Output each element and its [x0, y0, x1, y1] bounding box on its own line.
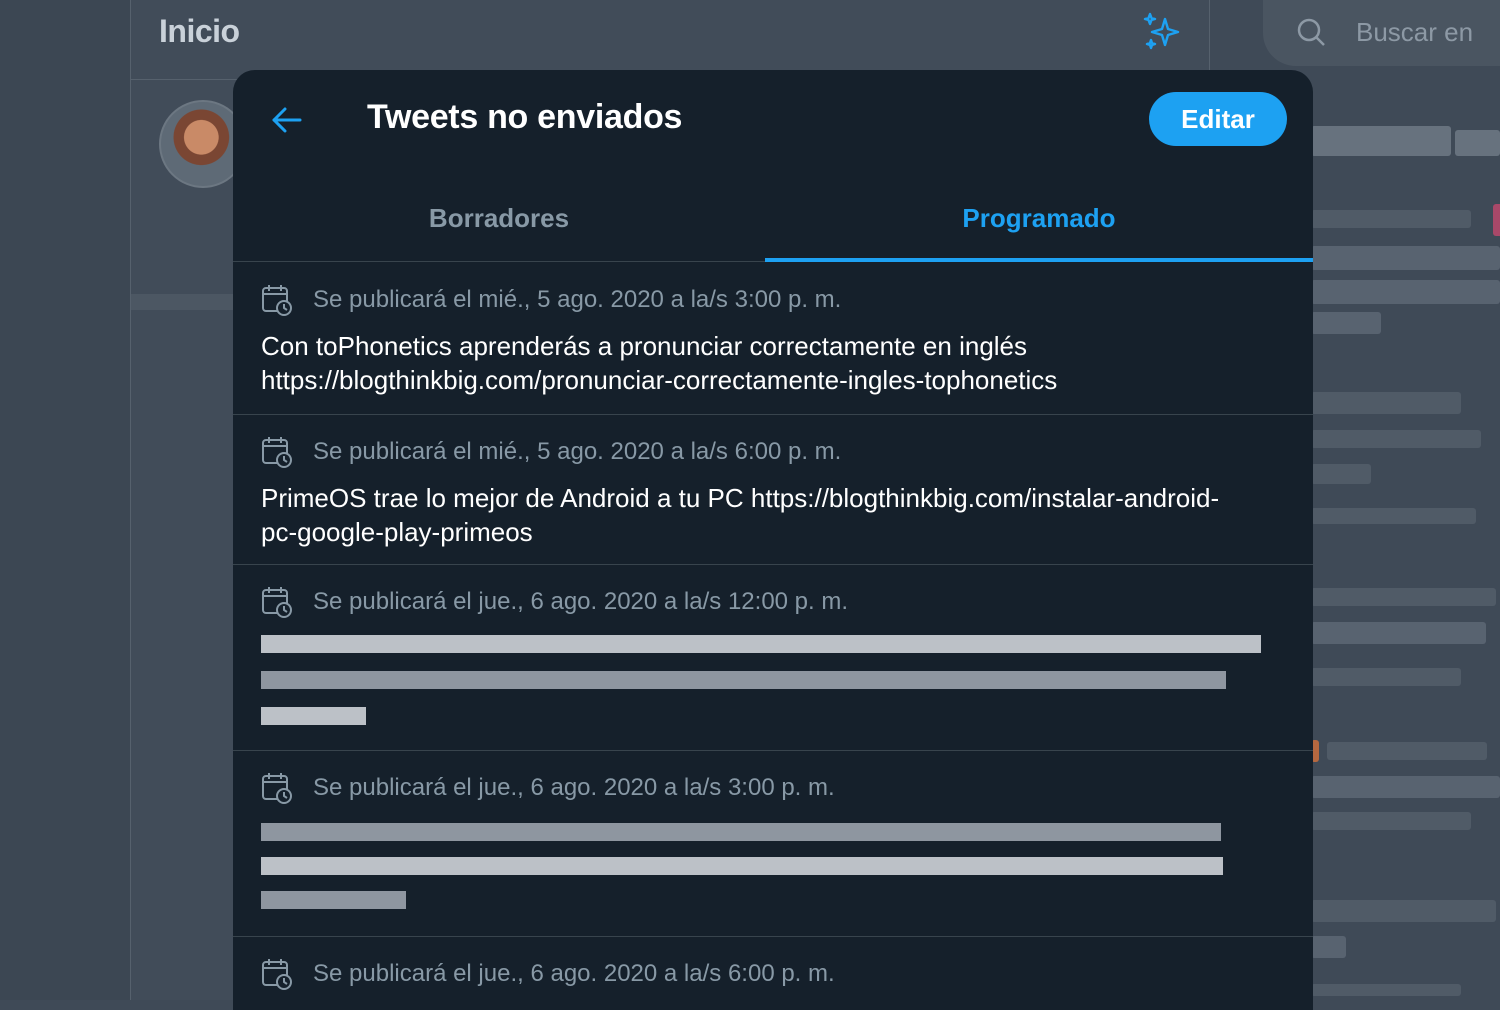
schedule-row: Se publicará el jue., 6 ago. 2020 a la/s… — [261, 585, 848, 619]
tab-drafts[interactable]: Borradores — [233, 174, 765, 262]
search-icon — [1297, 18, 1325, 46]
search-placeholder: Buscar en — [1356, 17, 1474, 47]
left-navigation-rail — [0, 0, 130, 1000]
modal-header: Tweets no enviados Editar — [233, 70, 1313, 166]
redacted-tweet-text — [261, 635, 1261, 725]
tab-scheduled[interactable]: Programado — [765, 174, 1313, 262]
list-item[interactable]: Se publicará el mié., 5 ago. 2020 a la/s… — [233, 415, 1313, 565]
active-tab-indicator — [765, 258, 1313, 262]
calendar-clock-icon — [262, 437, 292, 468]
edit-button[interactable]: Editar — [1149, 92, 1287, 146]
schedule-text: Se publicará el jue., 6 ago. 2020 a la/s… — [313, 774, 835, 801]
list-item[interactable]: Se publicará el jue., 6 ago. 2020 a la/s… — [233, 937, 1313, 1010]
search-input[interactable]: Buscar en — [1263, 0, 1500, 66]
calendar-clock-icon — [262, 773, 292, 804]
scheduled-tweet-list: Se publicará el mié., 5 ago. 2020 a la/s… — [233, 263, 1313, 1010]
schedule-row: Se publicará el mié., 5 ago. 2020 a la/s… — [261, 435, 841, 469]
redacted-tweet-text — [261, 823, 1226, 913]
tab-bar: Borradores Programado — [233, 174, 1313, 262]
modal-title: Tweets no enviados — [367, 98, 683, 136]
tweet-text: PrimeOS trae lo mejor de Android a tu PC… — [261, 483, 1220, 547]
list-item[interactable]: Se publicará el mié., 5 ago. 2020 a la/s… — [233, 263, 1313, 415]
sparkle-icon[interactable] — [1141, 10, 1185, 54]
timeline-divider — [131, 294, 241, 310]
schedule-text: Se publicará el jue., 6 ago. 2020 a la/s… — [313, 588, 849, 615]
back-button[interactable] — [261, 94, 313, 146]
tweet-text: Con toPhonetics aprenderás a pronunciar … — [261, 331, 1058, 395]
unsent-tweets-modal: Tweets no enviados Editar Borradores Pro… — [233, 70, 1313, 1010]
schedule-text: Se publicará el mié., 5 ago. 2020 a la/s… — [313, 286, 842, 313]
list-item[interactable]: Se publicará el jue., 6 ago. 2020 a la/s… — [233, 751, 1313, 937]
calendar-clock-icon — [262, 959, 292, 990]
calendar-clock-icon — [262, 285, 292, 316]
home-header: Inicio — [131, 0, 1209, 80]
calendar-clock-icon — [262, 587, 292, 618]
schedule-text: Se publicará el jue., 6 ago. 2020 a la/s… — [313, 960, 835, 987]
schedule-row: Se publicará el jue., 6 ago. 2020 a la/s… — [261, 771, 835, 805]
arrow-left-icon — [272, 107, 302, 133]
schedule-text: Se publicará el mié., 5 ago. 2020 a la/s… — [313, 438, 842, 465]
list-item[interactable]: Se publicará el jue., 6 ago. 2020 a la/s… — [233, 565, 1313, 751]
schedule-row: Se publicará el mié., 5 ago. 2020 a la/s… — [261, 283, 841, 317]
home-title: Inicio — [159, 13, 240, 49]
schedule-row: Se publicará el jue., 6 ago. 2020 a la/s… — [261, 957, 835, 991]
